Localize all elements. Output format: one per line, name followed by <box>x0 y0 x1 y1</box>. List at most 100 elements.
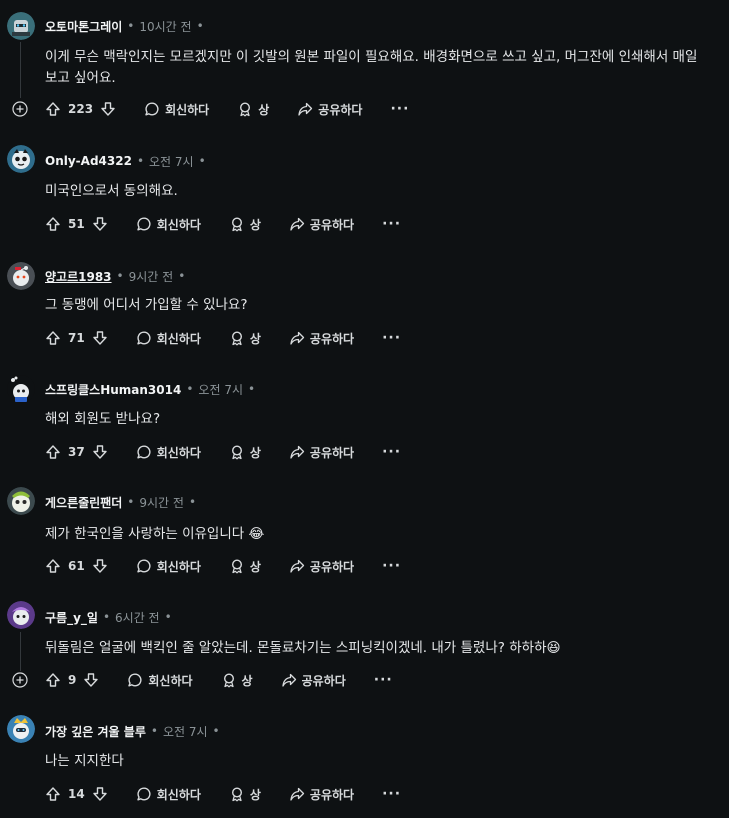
more-options-icon[interactable]: ··· <box>390 101 409 117</box>
share-label: 공유하다 <box>309 445 355 460</box>
reply-button[interactable]: 회신하다 <box>136 330 201 347</box>
comment-time: 10시간 전 <box>139 19 192 34</box>
avatar[interactable] <box>7 375 35 403</box>
downvote-icon[interactable] <box>92 444 108 460</box>
vote-count: 14 <box>68 787 85 801</box>
downvote-icon[interactable] <box>83 672 99 688</box>
award-label: 상 <box>258 102 270 117</box>
more-options-icon[interactable]: ··· <box>382 216 401 232</box>
comment-body: 해외 회원도 받나요? <box>45 411 161 427</box>
comment-author[interactable]: 양고르1983 <box>45 268 112 285</box>
comment: 가장 깊은 겨울 블루 • 오전 7시 • 나는 지지한다 14 회신하다 상 … <box>0 706 729 818</box>
expand-thread-icon[interactable] <box>12 101 28 117</box>
vote-count: 37 <box>68 445 85 459</box>
separator-dot: • <box>196 19 204 33</box>
comment-body: 제가 한국인을 사랑하는 이유입니다 😂 <box>45 526 265 542</box>
avatar[interactable] <box>7 12 35 40</box>
upvote-icon[interactable] <box>45 101 61 117</box>
separator-dot: • <box>178 269 186 283</box>
avatar[interactable] <box>7 145 35 173</box>
comment-actions: 51 회신하다 상 공유하다 ··· <box>45 212 401 236</box>
separator-dot: • <box>198 154 206 168</box>
award-button[interactable]: 상 <box>229 330 261 347</box>
reply-button[interactable]: 회신하다 <box>144 101 209 118</box>
share-button[interactable]: 공유하다 <box>281 672 346 689</box>
share-button[interactable]: 공유하다 <box>297 101 362 118</box>
vote-group: 9 <box>45 672 99 688</box>
upvote-icon[interactable] <box>45 444 61 460</box>
vote-count: 71 <box>68 331 85 345</box>
share-button[interactable]: 공유하다 <box>289 330 354 347</box>
comment-author[interactable]: 스프링클스Human3014 <box>45 381 181 398</box>
award-button[interactable]: 상 <box>237 101 269 118</box>
vote-group: 71 <box>45 330 108 346</box>
award-icon <box>231 331 242 346</box>
reply-button[interactable]: 회신하다 <box>136 444 201 461</box>
share-icon <box>290 787 305 801</box>
award-button[interactable]: 상 <box>229 786 261 803</box>
share-button[interactable]: 공유하다 <box>289 444 354 461</box>
comment: 게으른줄린팬더 • 9시간 전 • 제가 한국인을 사랑하는 이유입니다 😂 6… <box>0 466 729 580</box>
share-icon <box>298 102 313 116</box>
separator-dot: • <box>127 495 135 509</box>
share-icon <box>281 673 296 687</box>
reply-button[interactable]: 회신하다 <box>136 786 201 803</box>
upvote-icon[interactable] <box>45 330 61 346</box>
share-button[interactable]: 공유하다 <box>289 558 354 575</box>
more-options-icon[interactable]: ··· <box>382 786 401 802</box>
reply-button[interactable]: 회신하다 <box>136 216 201 233</box>
more-options-icon[interactable]: ··· <box>382 558 401 574</box>
separator-dot: • <box>150 724 158 738</box>
comment-author[interactable]: 게으른줄린팬더 <box>45 494 122 511</box>
more-options-icon[interactable]: ··· <box>382 330 401 346</box>
share-button[interactable]: 공유하다 <box>289 786 354 803</box>
vote-count: 51 <box>68 217 85 231</box>
reply-label: 회신하다 <box>156 787 201 802</box>
comment-author[interactable]: 오토마톤그레이 <box>45 18 122 35</box>
downvote-icon[interactable] <box>92 216 108 232</box>
share-label: 공유하다 <box>309 787 355 802</box>
award-button[interactable]: 상 <box>229 444 261 461</box>
comment-author[interactable]: Only-Ad4322 <box>45 154 132 168</box>
downvote-icon[interactable] <box>92 558 108 574</box>
reply-button[interactable]: 회신하다 <box>127 672 193 689</box>
comment-author[interactable]: 구름_y_일 <box>45 609 98 626</box>
reply-button[interactable]: 회신하다 <box>136 558 201 575</box>
comment-actions: 71 회신하다 상 공유하다 ··· <box>45 326 401 350</box>
share-button[interactable]: 공유하다 <box>289 216 354 233</box>
comment-author[interactable]: 가장 깊은 겨울 블루 <box>45 723 146 740</box>
avatar[interactable] <box>7 487 35 515</box>
award-button[interactable]: 상 <box>221 672 253 689</box>
upvote-icon[interactable] <box>45 672 61 688</box>
more-options-icon[interactable]: ··· <box>374 672 393 688</box>
comment: 양고르1983 • 9시간 전 • 그 동맹에 어디서 가입할 수 있나요? 7… <box>0 238 729 352</box>
award-label: 상 <box>249 331 261 346</box>
more-options-icon[interactable]: ··· <box>382 444 401 460</box>
comment-bubble-icon <box>137 331 151 345</box>
reply-label: 회신하다 <box>165 102 210 117</box>
vote-group: 37 <box>45 444 108 460</box>
vote-group: 223 <box>45 101 116 117</box>
award-button[interactable]: 상 <box>229 558 261 575</box>
comment-body: 뒤돌림은 얼굴에 백킥인 줄 알았는데. 몬돌료차기는 스피닝킥이겠네. 내가 … <box>45 640 561 656</box>
upvote-icon[interactable] <box>45 558 61 574</box>
comment-bubble-icon <box>137 445 151 459</box>
avatar[interactable] <box>7 601 35 629</box>
share-icon <box>290 445 305 459</box>
upvote-icon[interactable] <box>45 216 61 232</box>
thread-line[interactable] <box>20 42 21 98</box>
downvote-icon[interactable] <box>92 786 108 802</box>
upvote-icon[interactable] <box>45 786 61 802</box>
avatar[interactable] <box>7 262 35 290</box>
expand-thread-icon[interactable] <box>12 672 28 688</box>
award-label: 상 <box>249 559 261 574</box>
award-button[interactable]: 상 <box>229 216 261 233</box>
downvote-icon[interactable] <box>100 101 116 117</box>
comment-time: 9시간 전 <box>128 269 174 284</box>
separator-dot: • <box>136 154 145 168</box>
thread-line[interactable] <box>20 632 21 671</box>
avatar[interactable] <box>7 715 35 743</box>
share-icon <box>290 331 305 345</box>
downvote-icon[interactable] <box>92 330 108 346</box>
award-icon <box>231 217 242 232</box>
